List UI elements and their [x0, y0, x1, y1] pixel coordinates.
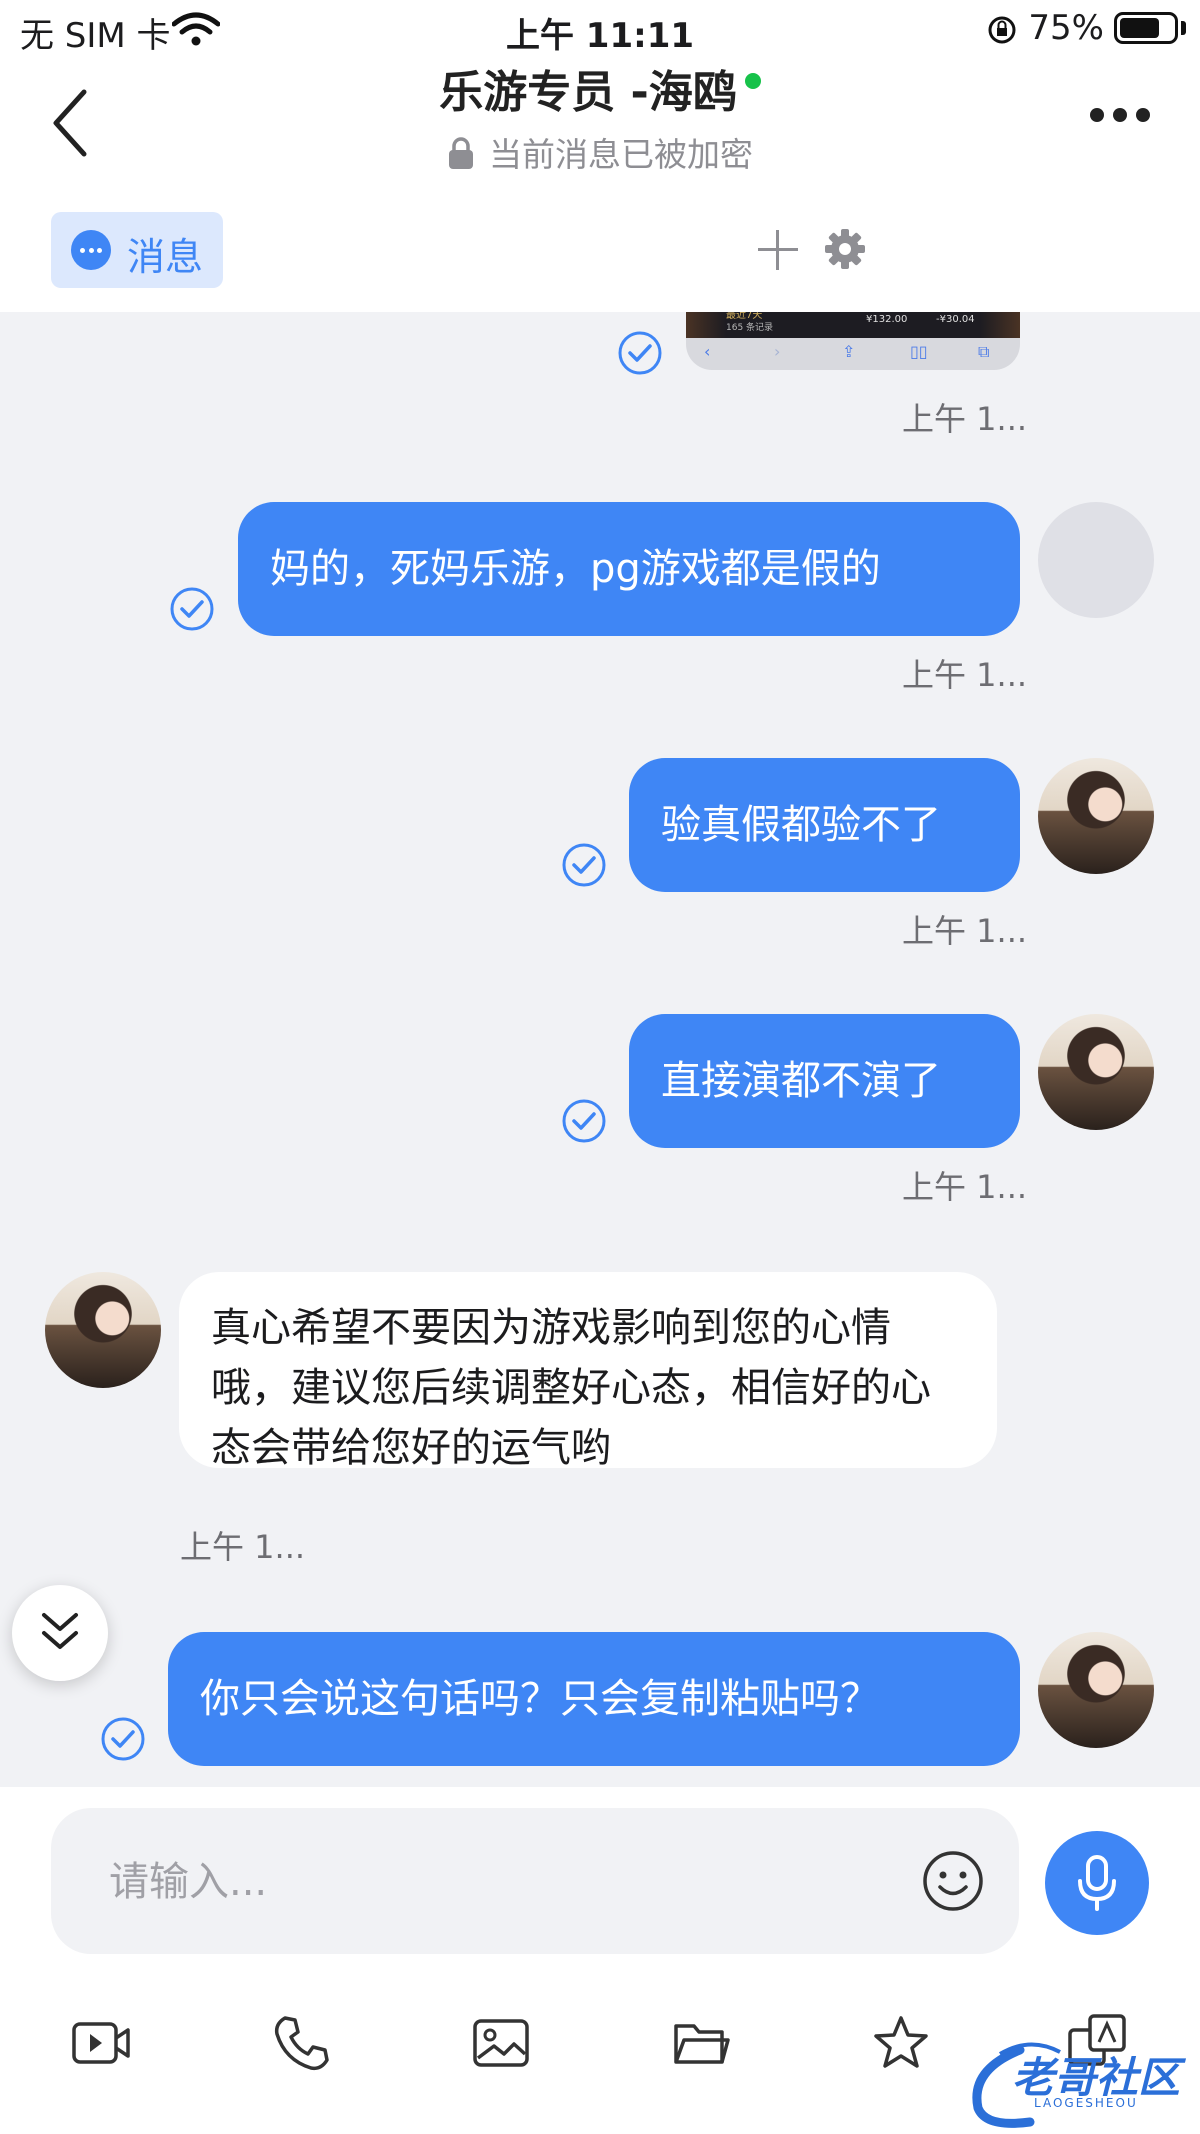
more-options-icon[interactable]	[1090, 108, 1150, 122]
phone-icon[interactable]	[271, 2012, 333, 2074]
incoming-message-bubble[interactable]: 真心希望不要因为游戏影响到您的心情哦，建议您后续调整好心态，相信好的心态会带给您…	[179, 1272, 997, 1471]
message-time: 上午 1...	[180, 1528, 306, 1566]
message-time: 上午 1...	[902, 1168, 1028, 1206]
gear-icon[interactable]	[823, 227, 867, 271]
avatar[interactable]	[1038, 1014, 1154, 1130]
thumb-book-icon: ▯▯	[910, 342, 928, 361]
image-message-thumbnail[interactable]: 最近7天 165 条记录 ¥132.00 -¥30.04 ‹ › ⇪ ▯▯ ⧉	[686, 312, 1020, 370]
chat-title-text: 乐游专员 -海鸥	[439, 67, 737, 118]
lock-icon	[449, 136, 473, 169]
message-time: 上午 1...	[902, 656, 1028, 694]
tab-messages-label: 消息	[127, 235, 204, 279]
outgoing-message-bubble[interactable]: 你只会说这句话吗？只会复制粘贴吗？	[168, 1632, 1020, 1766]
message-list[interactable]: 最近7天 165 条记录 ¥132.00 -¥30.04 ‹ › ⇪ ▯▯ ⧉ …	[0, 312, 1200, 1787]
read-receipt-icon	[618, 331, 662, 375]
double-chevron-down-icon	[42, 1613, 78, 1649]
read-receipt-icon	[562, 1099, 606, 1143]
add-icon[interactable]	[758, 230, 798, 270]
voice-input-button[interactable]	[1045, 1831, 1149, 1935]
read-receipt-icon	[562, 843, 606, 887]
status-bar: 无 SIM 卡 上午 11:11 75%	[0, 0, 1200, 60]
message-time: 上午 1...	[902, 400, 1028, 438]
message-input-container[interactable]	[51, 1808, 1019, 1954]
thumbnail-amount-2: -¥30.04	[936, 314, 975, 325]
star-icon[interactable]	[870, 2012, 932, 2074]
video-icon[interactable]	[70, 2012, 132, 2074]
avatar[interactable]	[1038, 1632, 1154, 1748]
scroll-to-bottom-button[interactable]	[12, 1585, 108, 1681]
microphone-icon	[1078, 1855, 1116, 1911]
read-receipt-icon	[170, 587, 214, 631]
watermark-subtext: LAOGESHEOU	[1034, 2096, 1138, 2110]
image-icon[interactable]	[470, 2012, 532, 2074]
encryption-note: 当前消息已被加密	[0, 128, 1200, 176]
rotation-lock-icon	[988, 16, 1016, 44]
emoji-icon[interactable]	[922, 1850, 984, 1912]
thumbnail-text-2: 165 条记录	[726, 323, 774, 333]
battery-percent: 75%	[1028, 8, 1104, 48]
outgoing-message-bubble[interactable]: 妈的，死妈乐游，pg游戏都是假的	[238, 502, 1020, 636]
thumbnail-amount-1: ¥132.00	[866, 314, 908, 325]
thumb-tabs-icon: ⧉	[978, 342, 990, 361]
outgoing-message-bubble[interactable]: 直接演都不演了	[629, 1014, 1020, 1148]
avatar[interactable]	[45, 1272, 161, 1388]
status-time: 上午 11:11	[505, 16, 695, 56]
thumb-share-icon: ⇪	[842, 342, 856, 361]
folder-icon[interactable]	[670, 2012, 732, 2074]
thumb-back-icon: ‹	[704, 342, 711, 361]
message-input[interactable]	[107, 1848, 911, 1916]
online-status-dot	[744, 73, 761, 89]
avatar[interactable]	[1038, 502, 1154, 618]
avatar[interactable]	[1038, 758, 1154, 874]
encryption-text: 当前消息已被加密	[489, 135, 753, 174]
message-time: 上午 1...	[902, 912, 1028, 950]
battery-tip	[1181, 21, 1186, 35]
outgoing-message-bubble[interactable]: 验真假都验不了	[629, 758, 1020, 892]
read-receipt-icon	[101, 1717, 145, 1761]
chat-title: 乐游专员 -海鸥	[0, 56, 1200, 120]
thumb-forward-icon: ›	[774, 342, 781, 361]
tab-messages[interactable]: 消息	[51, 212, 223, 288]
battery-icon	[1114, 12, 1178, 44]
chat-bubble-icon	[71, 230, 111, 270]
